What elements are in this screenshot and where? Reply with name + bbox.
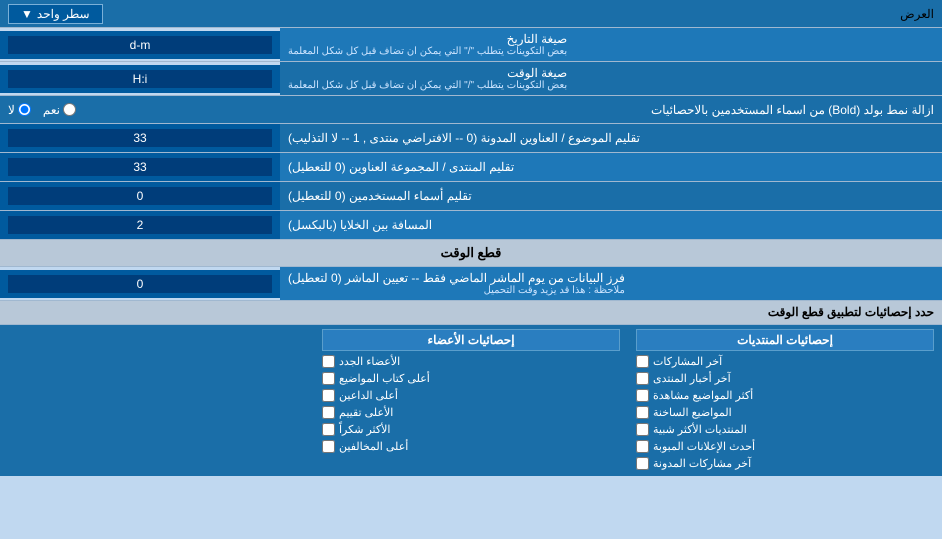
forum-order-input[interactable]	[8, 158, 272, 176]
checkbox-item-m3: أعلى الداعين	[322, 387, 620, 404]
checkbox-4[interactable]	[636, 406, 649, 419]
forum-order-input-container	[0, 153, 280, 181]
time-format-input[interactable]	[8, 70, 272, 88]
checkbox-item-7: آخر مشاركات المدونة	[636, 455, 934, 472]
time-cut-row-label: فرز البيانات من يوم الماشر الماضي فقط --…	[288, 271, 625, 285]
date-format-input[interactable]	[8, 36, 272, 54]
user-names-label: تقليم أسماء المستخدمين (0 للتعطيل)	[280, 182, 942, 210]
bold-no-text: لا	[8, 103, 15, 117]
checkbox-label-2: آخر أخبار المنتدى	[653, 372, 731, 385]
checkbox-m5[interactable]	[322, 423, 335, 436]
checkbox-item-1: آخر المشاركات	[636, 353, 934, 370]
space-between-input[interactable]	[8, 216, 272, 234]
checkbox-item-m4: الأعلى تقييم	[322, 404, 620, 421]
bold-no-label[interactable]: لا	[8, 103, 31, 117]
checkbox-3[interactable]	[636, 389, 649, 402]
checkbox-label-m5: الأكثر شكراً	[339, 423, 390, 436]
date-format-label: صيغة التاريخ بعض التكوينات يتطلب "/" الت…	[280, 28, 942, 61]
checkbox-item-6: أحدث الإعلانات المبوبة	[636, 438, 934, 455]
user-names-row: تقليم أسماء المستخدمين (0 للتعطيل)	[0, 182, 942, 211]
checkbox-item-m6: أعلى المخالفين	[322, 438, 620, 455]
extra-col	[0, 325, 314, 476]
time-format-label: صيغة الوقت بعض التكوينات يتطلب "/" التي …	[280, 62, 942, 95]
header-row: العرض سطر واحد ▼	[0, 0, 942, 28]
time-cut-row: فرز البيانات من يوم الماشر الماضي فقط --…	[0, 267, 942, 301]
forum-order-row: تقليم المنتدى / المجموعة العناوين (0 للت…	[0, 153, 942, 182]
stats-section: حدد إحصائيات لتطبيق قطع الوقت إحصائيات ا…	[0, 301, 942, 476]
bold-yes-label[interactable]: نعم	[43, 103, 76, 117]
checkbox-m1[interactable]	[322, 355, 335, 368]
checkbox-item-4: المواضيع الساخنة	[636, 404, 934, 421]
checkbox-m3[interactable]	[322, 389, 335, 402]
checkbox-m4[interactable]	[322, 406, 335, 419]
checkbox-label-4: المواضيع الساخنة	[653, 406, 732, 419]
date-format-row: صيغة التاريخ بعض التكوينات يتطلب "/" الت…	[0, 28, 942, 62]
checkbox-1[interactable]	[636, 355, 649, 368]
forum-stats-header: إحصائيات المنتديات	[636, 329, 934, 351]
checkbox-label-7: آخر مشاركات المدونة	[653, 457, 751, 470]
space-between-row: المسافة بين الخلايا (بالبكسل)	[0, 211, 942, 240]
checkbox-label-6: أحدث الإعلانات المبوبة	[653, 440, 755, 453]
checkbox-item-3: أكثر المواضيع مشاهدة	[636, 387, 934, 404]
bold-no-radio[interactable]	[18, 103, 31, 116]
checkbox-label-1: آخر المشاركات	[653, 355, 722, 368]
checkboxes-grid: إحصائيات المنتديات آخر المشاركات آخر أخب…	[0, 325, 942, 476]
time-cut-section-header: قطع الوقت	[0, 240, 942, 267]
checkbox-item-m5: الأكثر شكراً	[322, 421, 620, 438]
checkbox-6[interactable]	[636, 440, 649, 453]
time-cut-input[interactable]	[8, 275, 272, 293]
date-format-sublabel: بعض التكوينات يتطلب "/" التي يمكن ان تضا…	[288, 46, 567, 57]
time-format-sublabel: بعض التكوينات يتطلب "/" التي يمكن ان تضا…	[288, 80, 567, 91]
user-names-input-container	[0, 182, 280, 210]
checkbox-m2[interactable]	[322, 372, 335, 385]
subject-order-row: تقليم الموضوع / العناوين المدونة (0 -- ا…	[0, 124, 942, 153]
checkbox-label-m3: أعلى الداعين	[339, 389, 398, 402]
date-format-input-container	[0, 31, 280, 59]
checkbox-label-5: المنتديات الأكثر شبية	[653, 423, 747, 436]
checkbox-label-m6: أعلى المخالفين	[339, 440, 408, 453]
checkbox-2[interactable]	[636, 372, 649, 385]
bold-remove-radio-group: نعم لا	[8, 103, 76, 117]
subject-order-input-container	[0, 124, 280, 152]
checkbox-7[interactable]	[636, 457, 649, 470]
bold-remove-label: ازالة نمط بولد (Bold) من اسماء المستخدمي…	[76, 103, 934, 117]
stats-header-text: حدد إحصائيات لتطبيق قطع الوقت	[768, 305, 934, 319]
forum-stats-col: إحصائيات المنتديات آخر المشاركات آخر أخب…	[628, 325, 942, 476]
checkbox-m6[interactable]	[322, 440, 335, 453]
checkbox-item-5: المنتديات الأكثر شبية	[636, 421, 934, 438]
time-format-title: صيغة الوقت	[288, 66, 567, 80]
bold-remove-row: ازالة نمط بولد (Bold) من اسماء المستخدمي…	[0, 96, 942, 124]
time-format-row: صيغة الوقت بعض التكوينات يتطلب "/" التي …	[0, 62, 942, 96]
subject-order-label: تقليم الموضوع / العناوين المدونة (0 -- ا…	[280, 124, 942, 152]
time-cut-input-container	[0, 270, 280, 298]
user-names-input[interactable]	[8, 187, 272, 205]
member-stats-header: إحصائيات الأعضاء	[322, 329, 620, 351]
member-stats-col: إحصائيات الأعضاء الأعضاء الجدد أعلى كتاب…	[314, 325, 628, 476]
forum-order-label: تقليم المنتدى / المجموعة العناوين (0 للت…	[280, 153, 942, 181]
dropdown-label: سطر واحد	[37, 7, 90, 21]
space-between-label: المسافة بين الخلايا (بالبكسل)	[280, 211, 942, 239]
dropdown-button[interactable]: سطر واحد ▼	[8, 4, 103, 24]
time-cut-note: ملاحظة : هذا قد يزيد وقت التحميل	[288, 285, 625, 296]
header-label: العرض	[900, 7, 934, 21]
checkbox-5[interactable]	[636, 423, 649, 436]
time-cut-title: قطع الوقت	[441, 245, 502, 260]
bold-yes-radio[interactable]	[63, 103, 76, 116]
checkbox-item-m2: أعلى كتاب المواضيع	[322, 370, 620, 387]
date-format-title: صيغة التاريخ	[288, 32, 567, 46]
dropdown-arrow-icon: ▼	[21, 7, 33, 21]
time-cut-label: فرز البيانات من يوم الماشر الماضي فقط --…	[280, 267, 942, 300]
space-between-input-container	[0, 211, 280, 239]
checkbox-item-2: آخر أخبار المنتدى	[636, 370, 934, 387]
subject-order-input[interactable]	[8, 129, 272, 147]
checkbox-item-m1: الأعضاء الجدد	[322, 353, 620, 370]
stats-header: حدد إحصائيات لتطبيق قطع الوقت	[0, 301, 942, 325]
main-container: العرض سطر واحد ▼ صيغة التاريخ بعض التكوي…	[0, 0, 942, 476]
checkbox-label-m2: أعلى كتاب المواضيع	[339, 372, 430, 385]
checkbox-label-m1: الأعضاء الجدد	[339, 355, 400, 368]
checkbox-label-m4: الأعلى تقييم	[339, 406, 393, 419]
bold-yes-text: نعم	[43, 103, 60, 117]
time-format-input-container	[0, 65, 280, 93]
checkbox-label-3: أكثر المواضيع مشاهدة	[653, 389, 753, 402]
